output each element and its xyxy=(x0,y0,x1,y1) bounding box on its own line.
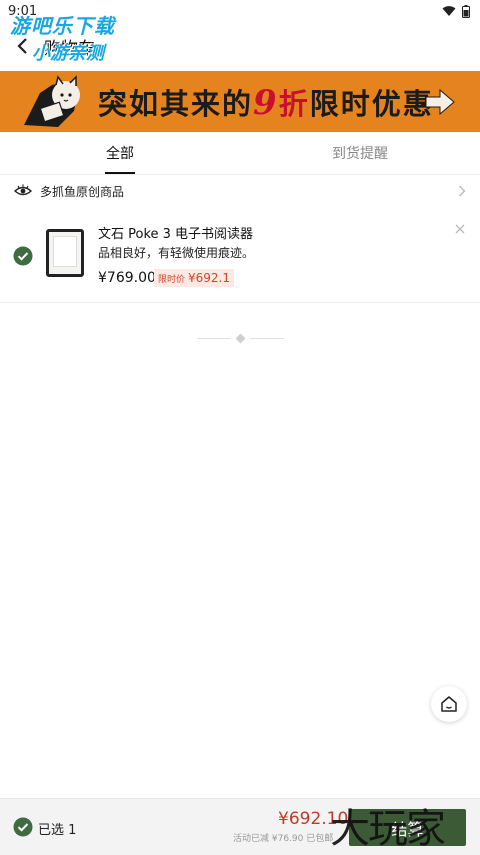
divider-line xyxy=(196,337,231,339)
chevron-left-icon xyxy=(17,38,27,54)
promo-price-tag: 限时价 ¥692.1 xyxy=(154,269,235,287)
tab-arrival-reminder[interactable]: 到货提醒 xyxy=(240,132,480,174)
product-condition: 品相良好，有轻微使用痕迹。 xyxy=(98,246,255,260)
header: 购物车 xyxy=(0,22,480,70)
chevron-right-icon xyxy=(459,185,466,197)
remove-item-button[interactable] xyxy=(452,221,468,237)
diamond-icon xyxy=(235,333,245,343)
banner-text: 突如其来的9折限时优惠 xyxy=(98,81,434,123)
status-icons xyxy=(442,4,470,18)
arrow-right-icon xyxy=(425,89,455,115)
status-bar: 9:01 xyxy=(0,0,480,22)
product-thumbnail[interactable] xyxy=(46,229,84,277)
status-time: 9:01 xyxy=(8,3,38,19)
check-circle-icon xyxy=(13,817,33,837)
product-name[interactable]: 文石 Poke 3 电子书阅读器 xyxy=(98,223,253,242)
ereader-screen-image xyxy=(53,236,77,267)
shop-row[interactable]: 多抓鱼原创商品 xyxy=(0,176,480,206)
promo-price: ¥692.1 xyxy=(188,271,231,285)
cat-illustration-icon xyxy=(24,75,80,127)
page-title: 购物车 xyxy=(44,38,95,59)
tab-bar: 全部 到货提醒 xyxy=(0,132,480,175)
selected-count[interactable]: 已选 1 xyxy=(38,819,76,838)
home-icon xyxy=(441,696,457,712)
list-end-indicator xyxy=(190,333,290,343)
promo-label: 限时价 xyxy=(158,274,186,285)
checkout-button[interactable]: 结算 xyxy=(349,809,466,846)
back-button[interactable] xyxy=(0,24,44,68)
wifi-icon xyxy=(442,6,456,16)
banner-zhe: 折 xyxy=(278,87,310,121)
divider-line xyxy=(249,337,284,339)
banner-nine: 9 xyxy=(253,83,279,123)
promo-banner[interactable]: 突如其来的9折限时优惠 xyxy=(0,71,480,132)
total-price: ¥692.10 xyxy=(278,809,349,829)
tab-all[interactable]: 全部 xyxy=(0,132,240,174)
discount-note: 活动已减 ¥76.90 已包邮 xyxy=(233,834,334,844)
cart-page: 9:01 购物车 游吧乐下载 小游亲测 突如其来的9折限时优惠 全部 到货提醒 … xyxy=(0,0,480,855)
select-all-checkbox[interactable] xyxy=(13,817,33,841)
banner-text-end: 限时优惠 xyxy=(309,87,434,121)
check-circle-icon xyxy=(13,246,33,266)
fish-eye-icon xyxy=(14,184,32,196)
battery-icon xyxy=(462,4,470,18)
item-checkbox[interactable] xyxy=(13,246,33,270)
close-icon xyxy=(455,224,465,234)
banner-text-start: 突如其来的 xyxy=(98,87,254,121)
shop-name: 多抓鱼原创商品 xyxy=(40,184,125,199)
product-price: ¥769.00 xyxy=(98,270,156,286)
home-float-button[interactable] xyxy=(431,686,467,722)
